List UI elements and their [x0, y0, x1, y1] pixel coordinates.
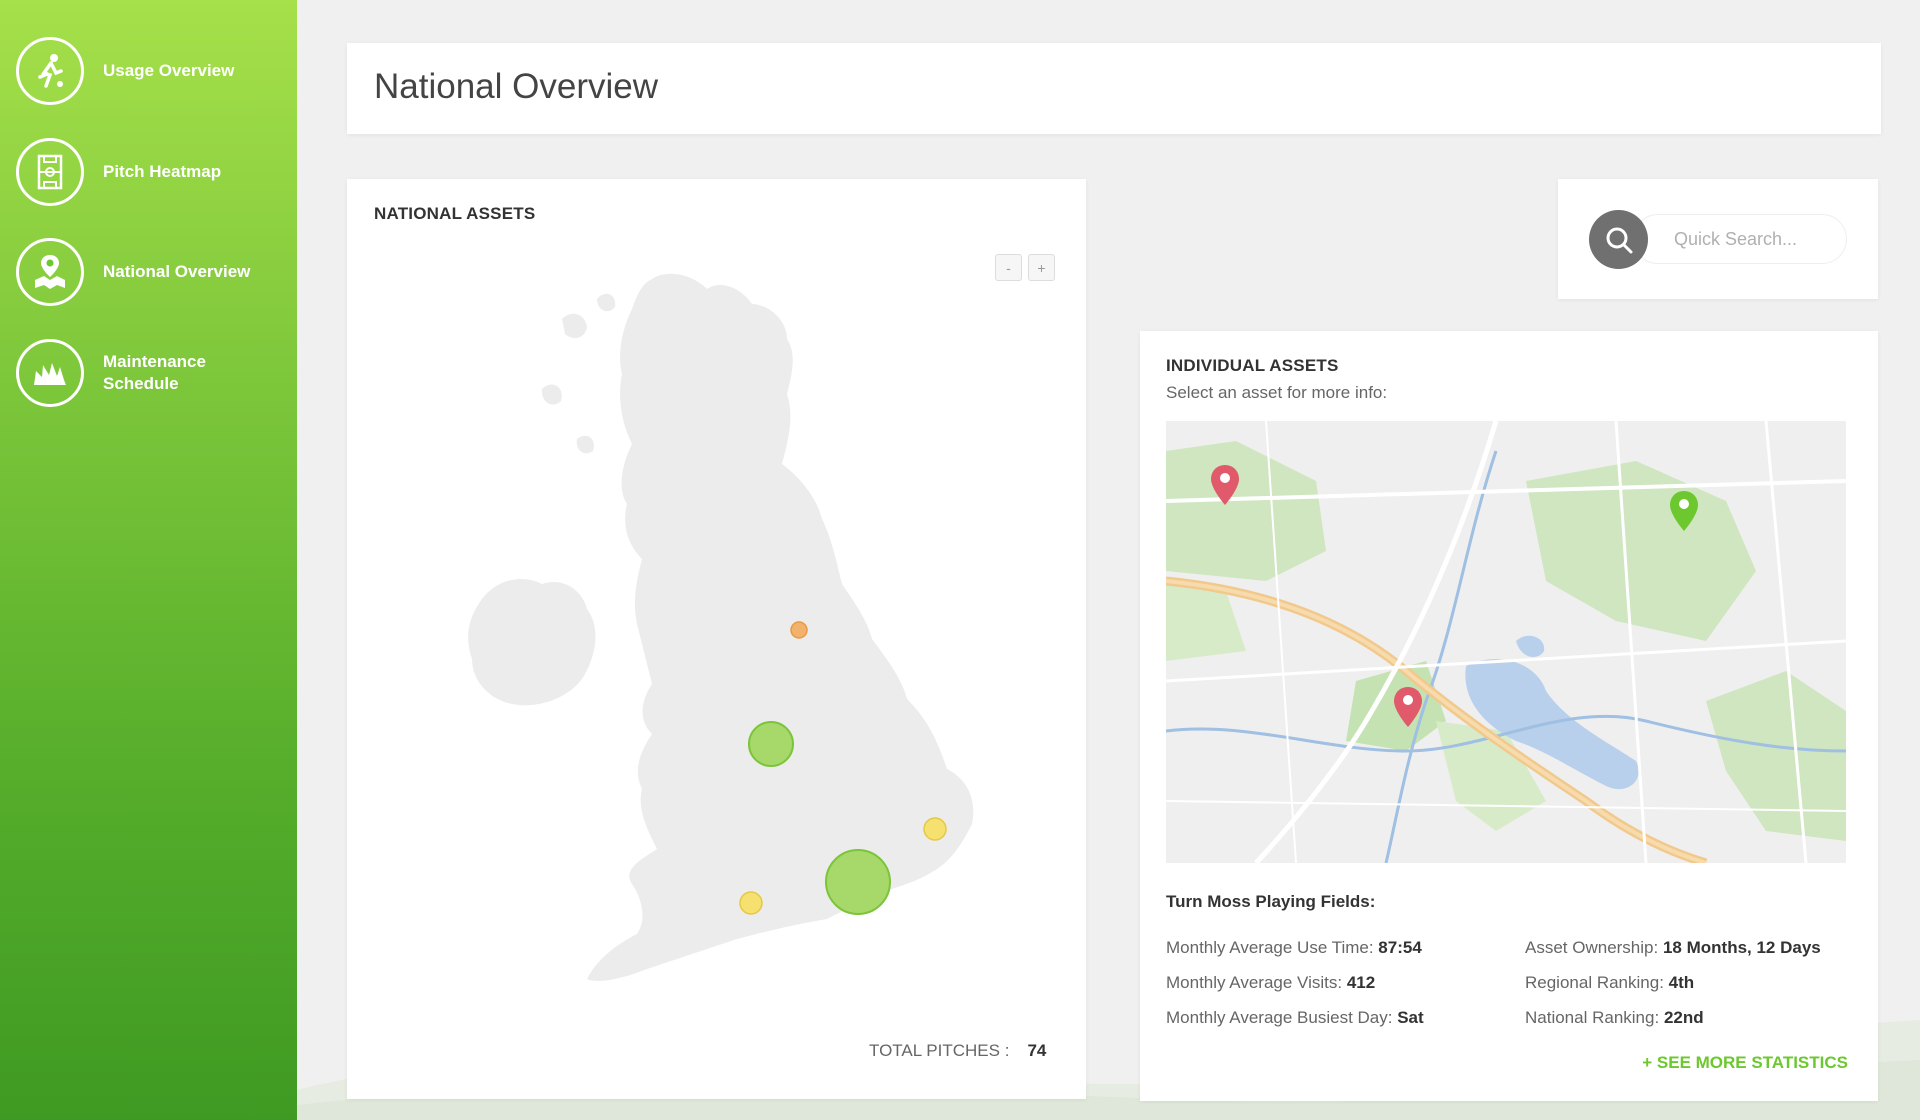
search-icon: [1606, 227, 1632, 253]
asset-bubble-green-large: [825, 849, 891, 915]
map-pin-icon: [16, 238, 84, 306]
search-panel: [1558, 179, 1878, 299]
stat-value: 412: [1346, 973, 1376, 992]
asset-street-map[interactable]: [1166, 421, 1846, 863]
asset-bubble-yellow: [739, 891, 763, 915]
individual-assets-subtitle: Select an asset for more info:: [1166, 383, 1388, 402]
selected-asset-name: Turn Moss Playing Fields:: [1166, 892, 1376, 911]
stat-label: Monthly Average Use Time:: [1166, 938, 1374, 957]
individual-assets-title: INDIVIDUAL ASSETS: [1166, 356, 1339, 375]
sidebar-item-label: Pitch Heatmap: [103, 162, 222, 181]
total-pitches-value: 74: [1027, 1041, 1047, 1060]
asset-bubbles: [739, 621, 947, 915]
see-more-statistics-link[interactable]: + SEE MORE STATISTICS: [1642, 1053, 1848, 1073]
sidebar-item-label: National Overview: [103, 262, 251, 281]
page-header: National Overview: [347, 43, 1881, 134]
search-input[interactable]: [1633, 214, 1847, 264]
stat-ownership: Asset Ownership: 18 Months, 12 Days: [1525, 938, 1821, 958]
asset-bubble-green: [748, 721, 794, 767]
stat-regional-ranking: Regional Ranking: 4th: [1525, 973, 1694, 993]
grass-icon: [16, 339, 84, 407]
stat-national-ranking: National Ranking: 22nd: [1525, 1008, 1704, 1028]
stat-value: Sat: [1397, 1008, 1424, 1027]
player-icon: [16, 37, 84, 105]
search-button[interactable]: [1589, 210, 1648, 269]
individual-assets-panel: INDIVIDUAL ASSETS Select an asset for mo…: [1140, 331, 1878, 1101]
stat-label: Monthly Average Busiest Day:: [1166, 1008, 1393, 1027]
sidebar-item-label: Usage Overview: [103, 61, 235, 80]
sidebar-item-national-overview[interactable]: National Overview: [16, 238, 250, 306]
asset-bubble-yellow: [923, 817, 947, 841]
national-assets-panel: NATIONAL ASSETS - + TOTAL PITCHES :74: [347, 179, 1086, 1099]
total-pitches: TOTAL PITCHES : 74: [869, 1041, 1046, 1061]
total-pitches-label: TOTAL PITCHES :: [869, 1041, 1010, 1060]
asset-bubble-orange: [790, 621, 808, 639]
sidebar-item-usage-overview[interactable]: Usage Overview: [16, 37, 234, 105]
stat-busiest-day: Monthly Average Busiest Day: Sat: [1166, 1008, 1424, 1028]
stat-value: 4th: [1668, 973, 1695, 992]
page-title: National Overview: [374, 67, 658, 106]
sidebar-item-maintenance-schedule[interactable]: Maintenance Schedule: [16, 339, 273, 407]
sidebar-item-pitch-heatmap[interactable]: Pitch Heatmap: [16, 138, 221, 206]
stat-value: 87:54: [1378, 938, 1422, 957]
sidebar-item-label: Maintenance Schedule: [103, 352, 206, 393]
stat-value: 22nd: [1663, 1008, 1704, 1027]
stat-label: National Ranking:: [1525, 1008, 1660, 1027]
stat-label: Monthly Average Visits:: [1166, 973, 1343, 992]
stat-label: Asset Ownership:: [1525, 938, 1659, 957]
pitch-icon: [16, 138, 84, 206]
stat-value: 18 Months, 12 Days: [1662, 938, 1821, 957]
stat-visits: Monthly Average Visits: 412: [1166, 973, 1375, 993]
stat-label: Regional Ranking:: [1525, 973, 1664, 992]
stat-use-time: Monthly Average Use Time: 87:54: [1166, 938, 1422, 958]
sidebar: Usage Overview Pitch Heatmap National Ov…: [0, 0, 297, 1120]
